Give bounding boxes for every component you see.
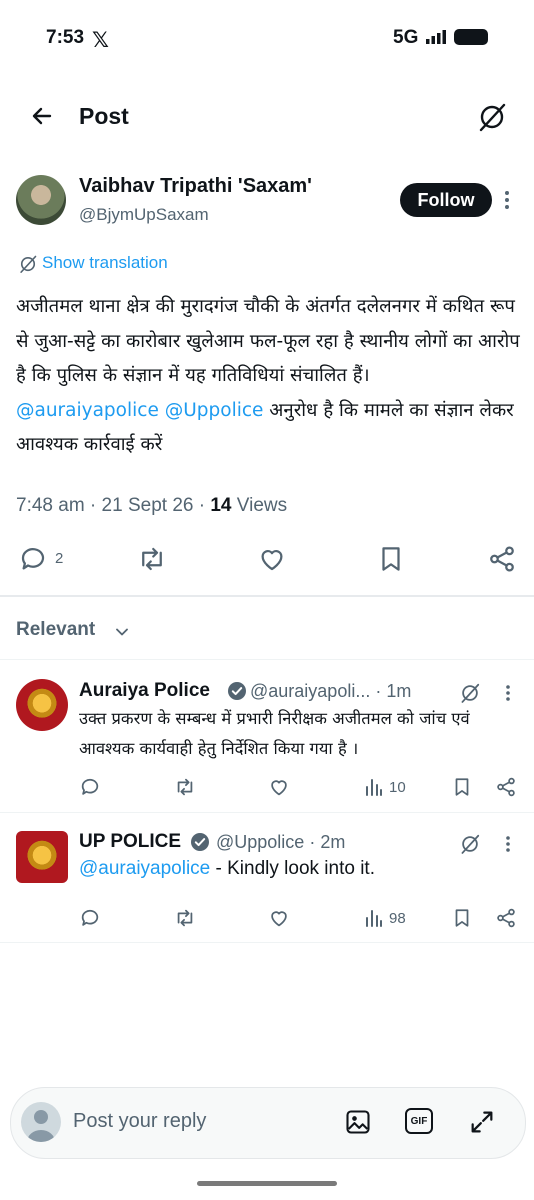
author-handle[interactable]: @BjymUpSaxam (79, 205, 209, 225)
reply-author-handle: @auraiyapoli... · 1m (250, 681, 412, 701)
reply-count: 2 (55, 550, 64, 567)
more-options-icon[interactable] (505, 835, 511, 853)
reply-icon[interactable] (79, 907, 101, 929)
reply-avatar[interactable] (16, 679, 68, 731)
share-icon[interactable] (495, 907, 517, 929)
mention-link[interactable]: @auraiyapolice (79, 858, 210, 879)
reply-author-handle: @Uppolice · 2m (216, 832, 346, 852)
bookmark-icon[interactable] (451, 907, 473, 929)
mention-link[interactable]: @Uppolice (165, 400, 264, 421)
divider (0, 942, 534, 943)
mention-link[interactable]: @auraiyapolice (16, 400, 159, 421)
reply-text-body: - Kindly look into it. (210, 858, 375, 879)
status-time: 7:53 (46, 27, 85, 48)
like-icon[interactable] (268, 907, 290, 929)
gif-icon[interactable]: GIF (405, 1108, 433, 1134)
divider (0, 812, 534, 813)
repost-icon[interactable] (137, 544, 167, 574)
post-meta: 7:48 am · 21 Sept 26 · 14 Views (16, 495, 288, 516)
reply-time: 1m (386, 681, 412, 701)
reply-icon[interactable] (18, 544, 48, 574)
reply-text: उक्त प्रकरण के सम्बन्ध में प्रभारी निरीक… (79, 709, 470, 758)
signal-icon (426, 30, 448, 44)
show-translation-link[interactable]: Show translation (42, 253, 168, 273)
reply-avatar[interactable] (16, 831, 68, 883)
reply-author-name[interactable]: UP POLICE (79, 831, 181, 853)
more-options-icon[interactable] (504, 190, 510, 210)
more-options-icon[interactable] (505, 684, 511, 702)
network-type: 5G (393, 27, 419, 48)
grok-icon[interactable] (476, 101, 508, 133)
relevant-sort-label[interactable]: Relevant (16, 619, 95, 641)
like-icon[interactable] (257, 544, 287, 574)
author-avatar[interactable] (16, 175, 66, 225)
reply-icon[interactable] (79, 776, 101, 798)
police-emblem-icon (25, 687, 59, 723)
chevron-down-icon[interactable] (114, 624, 130, 640)
bookmark-icon[interactable] (451, 776, 473, 798)
police-emblem-icon (25, 839, 59, 875)
grok-icon[interactable] (459, 682, 481, 704)
grok-icon[interactable] (459, 833, 481, 855)
reply-input[interactable]: Post your reply (73, 1110, 206, 1133)
post-text: अजीतमल थाना क्षेत्र की मुरादगंज चौकी के … (16, 290, 521, 463)
follow-button[interactable]: Follow (400, 183, 492, 217)
post-text-paragraph: अजीतमल थाना क्षेत्र की मुरादगंज चौकी के … (16, 296, 520, 386)
repost-icon[interactable] (174, 907, 196, 929)
expand-icon[interactable] (468, 1108, 496, 1136)
post-date: 21 Sept 26 (101, 495, 194, 516)
user-avatar (21, 1102, 61, 1142)
bookmark-icon[interactable] (376, 544, 406, 574)
reply-time: 2m (320, 832, 346, 852)
like-icon[interactable] (268, 776, 290, 798)
verified-badge-icon (190, 832, 210, 852)
battery-icon (454, 29, 488, 45)
views-count: 14 (210, 495, 232, 516)
share-icon[interactable] (487, 544, 517, 574)
divider (0, 595, 534, 597)
verified-badge-icon (227, 681, 247, 701)
reply-handle[interactable]: @Uppolice (216, 832, 304, 852)
reply-text: @auraiyapolice - Kindly look into it. (79, 858, 375, 880)
views-count: 10 (389, 779, 406, 796)
translate-icon[interactable] (18, 254, 38, 274)
share-icon[interactable] (495, 776, 517, 798)
views-icon[interactable] (364, 908, 384, 928)
home-indicator (197, 1181, 337, 1186)
author-name[interactable]: Vaibhav Tripathi 'Saxam' (79, 175, 312, 198)
post-time: 7:48 am (16, 495, 85, 516)
x-logo-icon: 𝕏 (92, 29, 109, 52)
reply-handle[interactable]: @auraiyapoli... (250, 681, 370, 701)
views-count: 98 (389, 910, 406, 927)
repost-icon[interactable] (174, 776, 196, 798)
back-arrow-icon[interactable] (30, 104, 54, 128)
image-icon[interactable] (344, 1108, 372, 1136)
divider (0, 659, 534, 660)
reply-author-name[interactable]: Auraiya Police (79, 680, 210, 702)
page-title: Post (79, 103, 129, 129)
views-label: Views (236, 495, 288, 516)
gif-label: GIF (410, 1115, 428, 1127)
views-icon[interactable] (364, 777, 384, 797)
